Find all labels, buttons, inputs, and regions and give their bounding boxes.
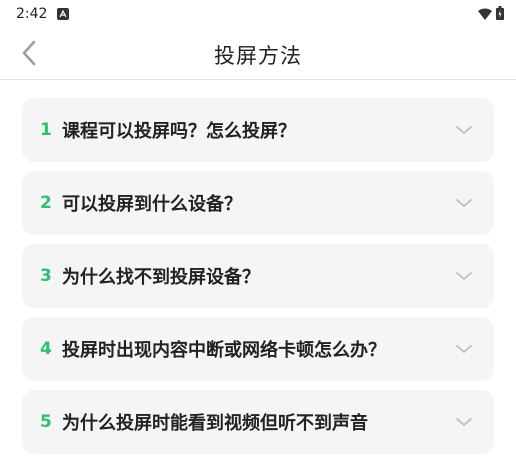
faq-question: 为什么投屏时能看到视频但听不到声音 [62, 413, 368, 434]
faq-question: 投屏时出现内容中断或网络卡顿怎么办？ [62, 340, 386, 361]
faq-list: 1 课程可以投屏吗？怎么投屏？ 2 可以投屏到什么设备？ 3 为什么找不到投屏设… [22, 98, 494, 463]
chevron-down-icon [454, 339, 474, 359]
faq-item-1[interactable]: 1 课程可以投屏吗？怎么投屏？ [22, 98, 494, 162]
faq-question: 为什么找不到投屏设备？ [62, 267, 260, 288]
faq-number: 1 [40, 120, 52, 140]
chevron-down-icon [454, 120, 474, 140]
faq-number: 2 [40, 193, 52, 213]
faq-question: 可以投屏到什么设备？ [62, 194, 242, 215]
faq-item-5[interactable]: 5 为什么投屏时能看到视频但听不到声音 [22, 390, 494, 454]
status-time: 2:42 [16, 6, 48, 22]
faq-number: 3 [40, 266, 52, 286]
wifi-icon [478, 5, 492, 24]
status-bar: 2:42 [0, 0, 516, 28]
faq-number: 5 [40, 412, 52, 432]
faq-question: 课程可以投屏吗？怎么投屏？ [62, 121, 296, 142]
chevron-down-icon [454, 266, 474, 286]
chevron-down-icon [454, 193, 474, 213]
chevron-down-icon [454, 412, 474, 432]
faq-item-2[interactable]: 2 可以投屏到什么设备？ [22, 171, 494, 235]
page-title: 投屏方法 [214, 44, 302, 68]
faq-number: 4 [40, 339, 52, 359]
header: 投屏方法 [0, 28, 516, 80]
notification-a-icon [57, 8, 70, 20]
faq-item-3[interactable]: 3 为什么找不到投屏设备？ [22, 244, 494, 308]
faq-item-4[interactable]: 4 投屏时出现内容中断或网络卡顿怎么办？ [22, 317, 494, 381]
status-left: 2:42 [16, 6, 70, 22]
status-right [478, 5, 504, 24]
battery-charging-icon [496, 5, 504, 24]
